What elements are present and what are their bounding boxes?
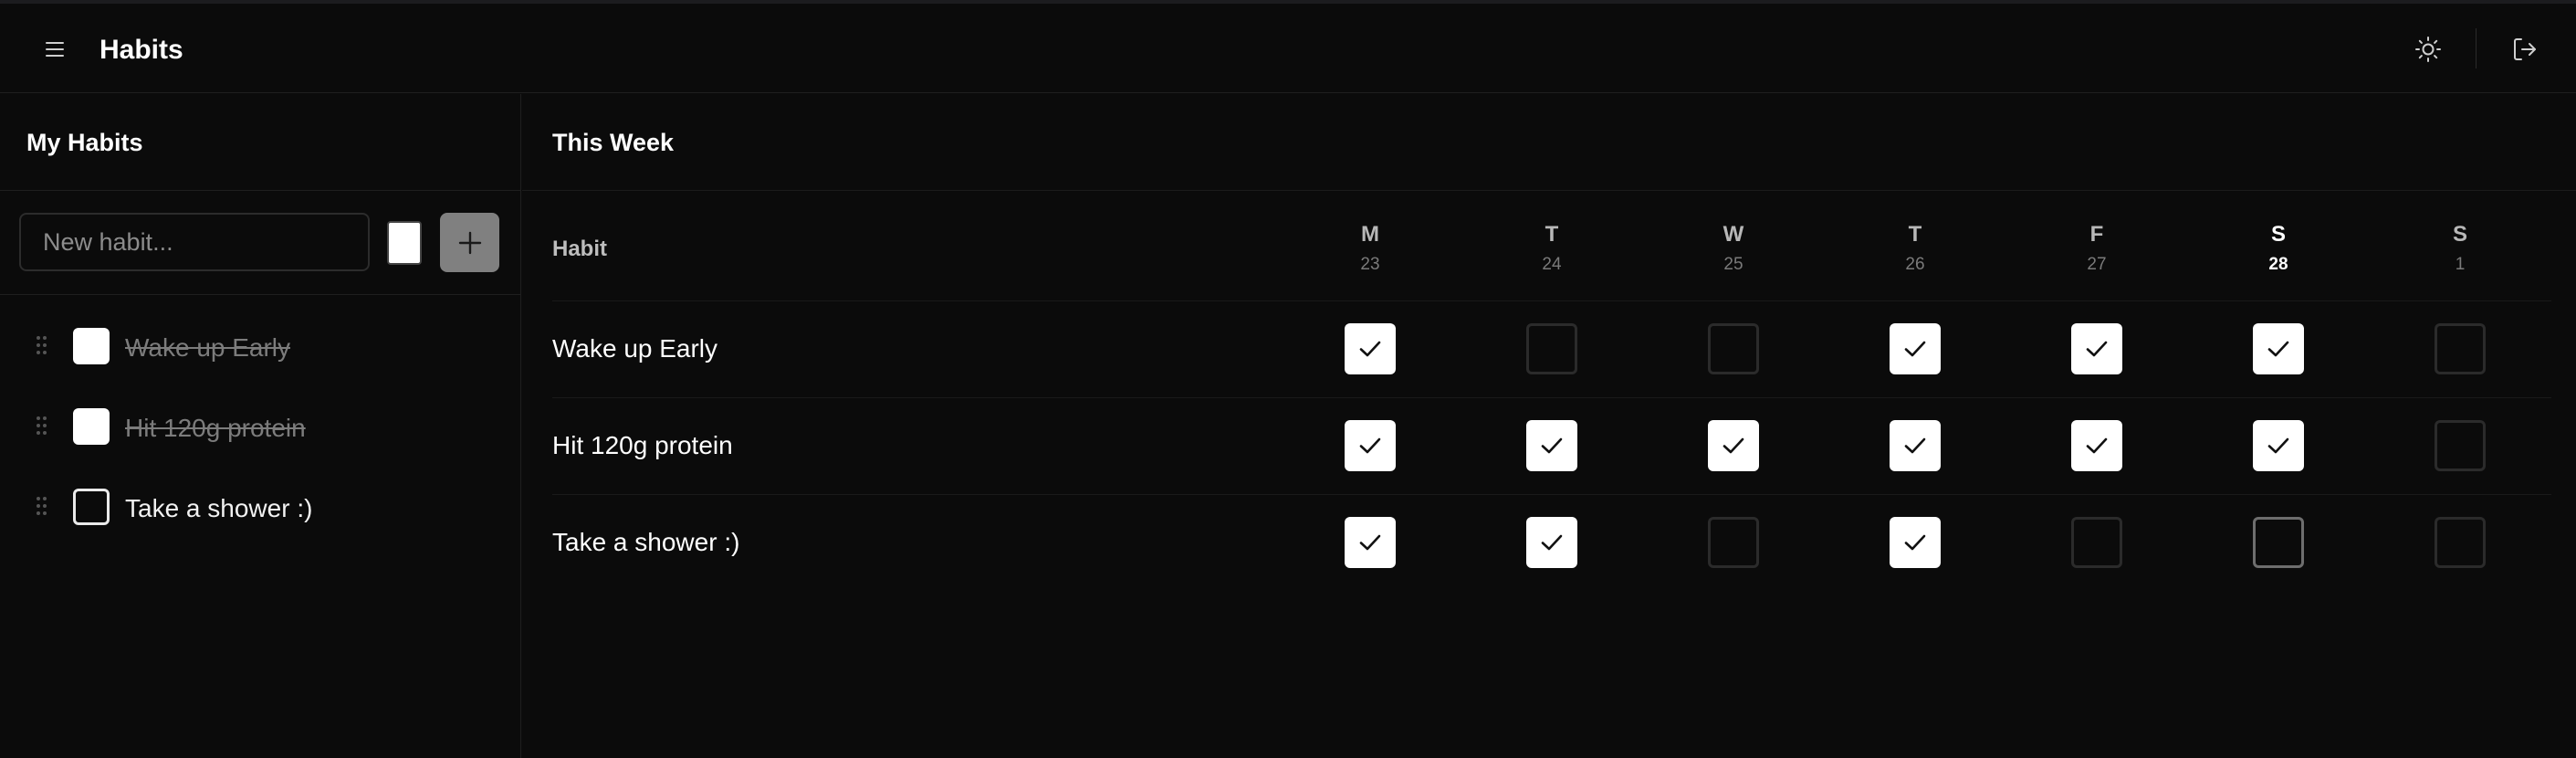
day-checkbox[interactable] bbox=[2071, 517, 2122, 568]
header-divider bbox=[2476, 28, 2477, 68]
day-checkbox[interactable] bbox=[2253, 323, 2304, 374]
habit-list-item[interactable]: Hit 120g protein bbox=[0, 395, 521, 458]
checkmark-icon bbox=[1904, 437, 1926, 454]
checkmark-icon bbox=[1904, 341, 1926, 357]
drag-handle-icon[interactable] bbox=[37, 416, 49, 437]
checkmark-icon bbox=[2267, 341, 2289, 357]
habit-label: Take a shower :) bbox=[125, 494, 313, 522]
sun-icon[interactable] bbox=[2414, 35, 2443, 64]
habit-checkbox[interactable] bbox=[73, 408, 110, 445]
habit-list-item[interactable]: Take a shower :) bbox=[0, 475, 521, 539]
day-checkbox[interactable] bbox=[1345, 420, 1396, 471]
day-checkbox[interactable] bbox=[1345, 517, 1396, 568]
day-checkbox[interactable] bbox=[1890, 517, 1941, 568]
day-checkbox[interactable] bbox=[1708, 323, 1759, 374]
day-checkbox[interactable] bbox=[2071, 420, 2122, 471]
row-divider bbox=[552, 300, 2551, 301]
row-divider bbox=[552, 397, 2551, 398]
day-checkbox[interactable] bbox=[2253, 420, 2304, 471]
habit-label: Wake up Early bbox=[125, 333, 291, 362]
checkmark-icon bbox=[1359, 534, 1381, 551]
habit-list-item[interactable]: Wake up Early bbox=[0, 314, 521, 378]
habit-row-label: Wake up Early bbox=[552, 334, 718, 363]
day-letter: W bbox=[1723, 222, 1744, 247]
checkmark-icon bbox=[2086, 437, 2108, 454]
day-header: F 27 bbox=[2051, 222, 2142, 275]
checkmark-icon bbox=[1904, 534, 1926, 551]
day-date: 23 bbox=[1360, 255, 1380, 274]
day-header: S 28 bbox=[2233, 222, 2324, 275]
day-checkbox[interactable] bbox=[2071, 323, 2122, 374]
day-date: 28 bbox=[2268, 255, 2288, 274]
habit-checkbox[interactable] bbox=[73, 489, 110, 525]
week-title: This Week bbox=[552, 129, 675, 156]
day-checkbox[interactable] bbox=[2435, 517, 2486, 568]
day-letter: S bbox=[2452, 222, 2467, 247]
day-checkbox[interactable] bbox=[1345, 323, 1396, 374]
day-header: T 26 bbox=[1869, 222, 1961, 275]
divider bbox=[0, 294, 521, 295]
day-checkbox[interactable] bbox=[1708, 420, 1759, 471]
day-letter: F bbox=[2089, 222, 2104, 247]
day-checkbox[interactable] bbox=[1526, 420, 1577, 471]
day-date: 25 bbox=[1723, 255, 1744, 274]
day-letter: T bbox=[1545, 222, 1559, 247]
habit-column-header: Habit bbox=[552, 237, 607, 261]
day-date: 27 bbox=[2087, 255, 2107, 274]
day-checkbox[interactable] bbox=[1890, 420, 1941, 471]
day-letter: M bbox=[1361, 222, 1379, 247]
drag-handle-icon[interactable] bbox=[37, 497, 49, 517]
sidebar-title: My Habits bbox=[26, 129, 143, 156]
day-checkbox[interactable] bbox=[1526, 517, 1577, 568]
day-checkbox[interactable] bbox=[1526, 323, 1577, 374]
habit-row-label: Hit 120g protein bbox=[552, 431, 733, 459]
day-date: 1 bbox=[2455, 255, 2466, 274]
habit-row-label: Take a shower :) bbox=[552, 528, 740, 556]
checkmark-icon bbox=[2267, 437, 2289, 454]
habit-color-swatch[interactable] bbox=[387, 221, 422, 265]
app-title: Habits bbox=[99, 35, 183, 65]
divider bbox=[522, 190, 2576, 191]
day-checkbox[interactable] bbox=[2435, 323, 2486, 374]
divider bbox=[0, 190, 521, 191]
day-header: T 24 bbox=[1506, 222, 1597, 275]
logout-icon[interactable] bbox=[2510, 35, 2539, 64]
day-checkbox[interactable] bbox=[2435, 420, 2486, 471]
day-date: 26 bbox=[1905, 255, 1925, 274]
weekly-tracker: This Week Habit M 23 T 24 W 25 T 26 F 27 S 28 S 1 Wak… bbox=[522, 94, 2576, 758]
checkmark-icon bbox=[1359, 341, 1381, 357]
checkmark-icon bbox=[1359, 437, 1381, 454]
habit-checkbox[interactable] bbox=[73, 328, 110, 364]
checkmark-icon bbox=[1541, 437, 1563, 454]
checkmark-icon bbox=[2086, 341, 2108, 357]
drag-handle-icon[interactable] bbox=[37, 336, 49, 356]
day-date: 24 bbox=[1542, 255, 1562, 274]
day-header: S1 bbox=[2414, 222, 2506, 275]
hamburger-menu-icon[interactable] bbox=[42, 37, 68, 61]
day-header: W 25 bbox=[1688, 222, 1779, 275]
day-checkbox[interactable] bbox=[2253, 517, 2304, 568]
add-habit-button[interactable] bbox=[440, 213, 499, 272]
new-habit-input[interactable] bbox=[19, 213, 370, 271]
plus-icon bbox=[458, 231, 482, 255]
day-letter: S bbox=[2270, 222, 2286, 247]
app-header: Habits bbox=[0, 4, 2576, 93]
day-letter: T bbox=[1908, 222, 1922, 247]
checkmark-icon bbox=[1723, 437, 1744, 454]
day-checkbox[interactable] bbox=[1890, 323, 1941, 374]
row-divider bbox=[552, 494, 2551, 495]
day-header: M 23 bbox=[1325, 222, 1416, 275]
checkmark-icon bbox=[1541, 534, 1563, 551]
day-checkbox[interactable] bbox=[1708, 517, 1759, 568]
sidebar: My Habits Wake up Early Hit 120g protein T… bbox=[0, 94, 521, 758]
habit-label: Hit 120g protein bbox=[125, 414, 306, 442]
